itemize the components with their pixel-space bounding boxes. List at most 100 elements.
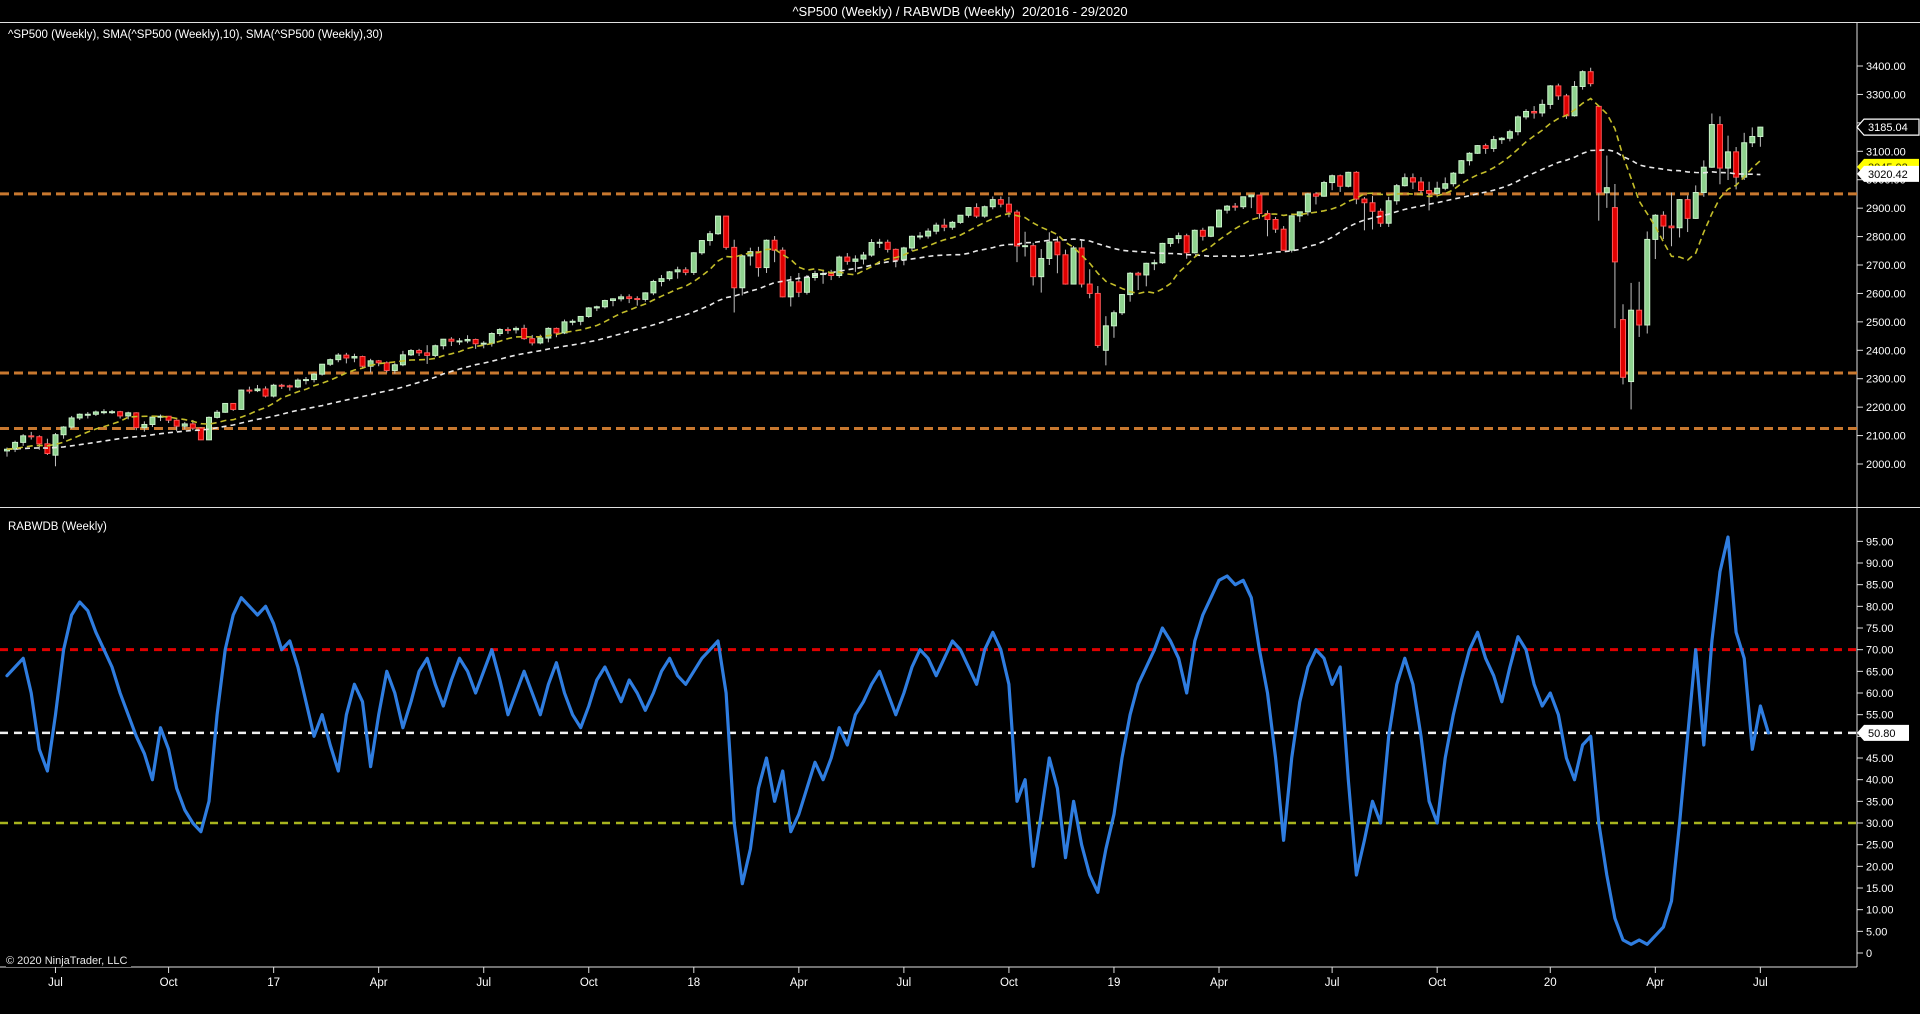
osc-tick-label: 25.00 xyxy=(1866,840,1894,852)
candle-body xyxy=(779,249,786,298)
time-tick-label: Jul xyxy=(48,977,63,989)
candle-body xyxy=(739,255,746,289)
price-tick-label: 2300.00 xyxy=(1866,374,1906,386)
candle-body xyxy=(925,230,932,237)
price-tick-label: 2200.00 xyxy=(1866,402,1906,414)
candle-body xyxy=(84,413,91,416)
candle-body xyxy=(1102,325,1109,351)
candle-body xyxy=(908,235,915,249)
price-tick-label: 2000.00 xyxy=(1866,459,1906,471)
candle-body xyxy=(698,240,705,254)
candle-body xyxy=(634,298,641,301)
price-tick-label: 2400.00 xyxy=(1866,345,1906,357)
candle-body xyxy=(1628,309,1635,383)
candle-body xyxy=(852,258,859,262)
candle-body xyxy=(1135,272,1142,276)
candle-body xyxy=(666,271,673,280)
copyright-text: © 2020 NinjaTrader, LLC xyxy=(6,955,132,967)
candle-body xyxy=(1458,160,1465,174)
price-tick-label: 2500.00 xyxy=(1866,317,1906,329)
osc-tick-label: 20.00 xyxy=(1866,861,1894,873)
candle-body xyxy=(1563,95,1570,117)
price-tick-label: 3400.00 xyxy=(1866,61,1906,73)
candle-body xyxy=(828,273,835,277)
candle-body xyxy=(561,321,568,334)
osc-tick-label: 95.00 xyxy=(1866,536,1894,548)
candle-body xyxy=(246,389,253,392)
candle-body xyxy=(1094,292,1101,346)
candle-body xyxy=(488,333,495,344)
candle-body xyxy=(513,327,520,331)
candle-body xyxy=(319,363,326,375)
candle-body xyxy=(1070,247,1077,285)
candle-body xyxy=(917,235,924,238)
candle-body xyxy=(1119,294,1126,314)
candle-body xyxy=(416,350,423,354)
sma10-line xyxy=(6,97,1761,450)
candle-body xyxy=(1304,193,1311,213)
candle-body xyxy=(553,327,560,334)
time-tick-label: 19 xyxy=(1108,977,1121,989)
candle-body xyxy=(1022,245,1029,248)
candle-body xyxy=(92,411,99,415)
osc-tick-label: 40.00 xyxy=(1866,775,1894,787)
candle-body xyxy=(1312,193,1319,197)
candle-body xyxy=(36,436,43,445)
candle-body xyxy=(1684,199,1691,219)
time-tick-label: 17 xyxy=(267,977,280,989)
candle-body xyxy=(125,412,132,417)
candle-body xyxy=(1611,207,1618,263)
candle-body xyxy=(1207,226,1214,237)
price-tick-label: 2800.00 xyxy=(1866,232,1906,244)
candle-body xyxy=(1232,205,1239,208)
candle-body xyxy=(496,329,503,335)
time-tick-label: Apr xyxy=(1210,977,1228,989)
candle-body xyxy=(117,411,124,417)
right-price-axis[interactable]: 2000.00 2100.00 2200.00 2300.00 2400.00 2500.… xyxy=(1857,61,1906,960)
candle-body xyxy=(933,224,940,232)
candle-body xyxy=(60,426,67,436)
candle-body xyxy=(1151,262,1158,265)
candle-body xyxy=(399,354,406,366)
osc-tick-label: 65.00 xyxy=(1866,666,1894,678)
time-tick-label: Oct xyxy=(1000,977,1019,989)
candle-body xyxy=(1078,247,1085,285)
candle-body xyxy=(149,416,156,425)
support-resistance-lines xyxy=(0,192,1857,825)
candle-body xyxy=(1514,116,1521,133)
candle-body xyxy=(1353,171,1360,200)
candle-body xyxy=(270,384,277,397)
candle-body xyxy=(989,199,996,208)
candle-body xyxy=(181,423,188,427)
candle-body xyxy=(464,338,471,342)
candle-body xyxy=(1199,229,1206,237)
candle-body xyxy=(1587,71,1594,85)
osc-tick-label: 30.00 xyxy=(1866,818,1894,830)
candle-body xyxy=(1329,175,1336,184)
chart-canvas[interactable]: 2000.00 2100.00 2200.00 2300.00 2400.00 2500.… xyxy=(0,0,1920,1014)
candle-body xyxy=(642,292,649,300)
candle-body xyxy=(682,269,689,273)
candle-body xyxy=(1183,235,1190,254)
candle-body xyxy=(577,315,584,322)
candle-body xyxy=(795,281,802,293)
candle-body xyxy=(1531,110,1538,114)
candle-body xyxy=(1054,241,1061,256)
candle-body xyxy=(109,411,116,414)
time-tick-label: Jul xyxy=(1325,977,1340,989)
candle-body xyxy=(1450,172,1457,185)
candle-body xyxy=(1474,145,1481,154)
candle-body xyxy=(1240,196,1247,208)
candle-body xyxy=(763,239,770,269)
price-tick-label: 3300.00 xyxy=(1866,89,1906,101)
candle-body xyxy=(521,327,528,340)
candle-body xyxy=(343,354,350,359)
price-panel-label: ^SP500 (Weekly), SMA(^SP500 (Weekly),10)… xyxy=(8,29,383,41)
candle-body xyxy=(973,207,980,217)
candle-body xyxy=(1110,312,1117,327)
candle-body xyxy=(1482,145,1489,149)
candle-body xyxy=(52,434,59,456)
time-tick-label: Jul xyxy=(476,977,491,989)
time-axis[interactable]: Jul Oct 17 Apr Jul Oct 18 Apr Jul Oct 19 Apr Jul Oct 2… xyxy=(48,967,1768,989)
osc-tick-label: 90.00 xyxy=(1866,558,1894,570)
